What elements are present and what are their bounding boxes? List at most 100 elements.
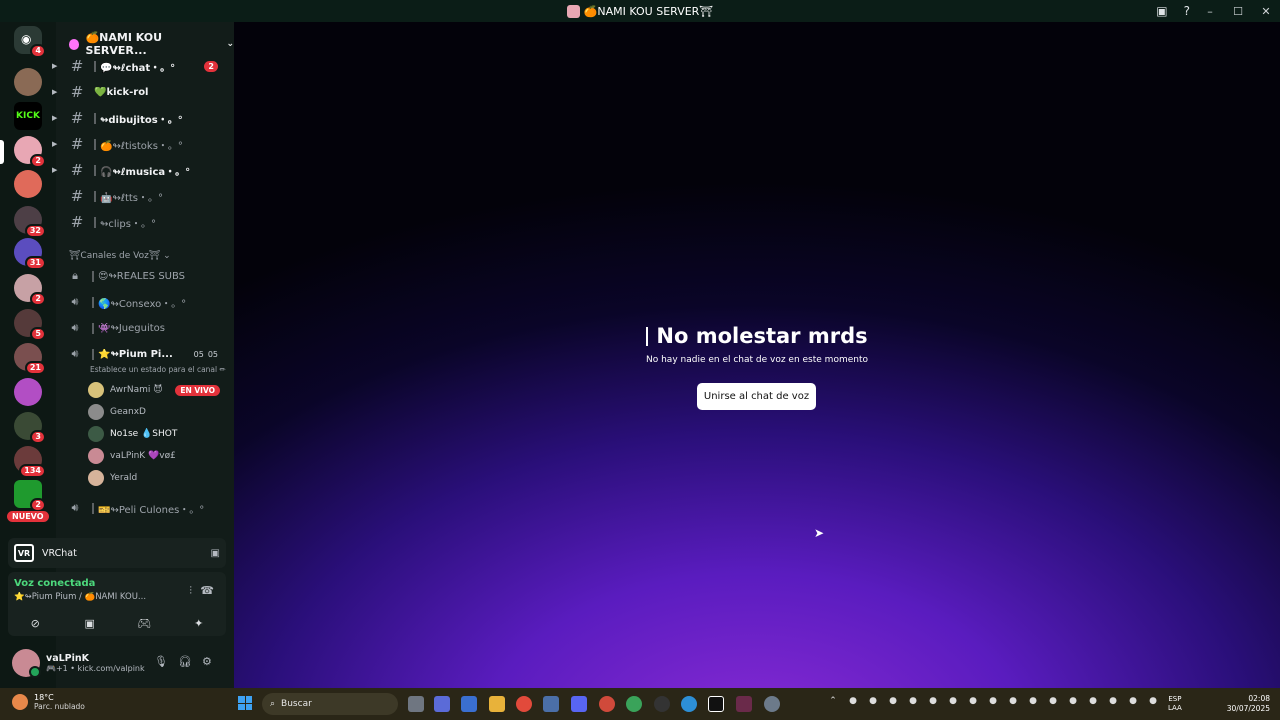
hash-icon: # bbox=[70, 109, 84, 127]
app-icon[interactable] bbox=[461, 696, 477, 712]
screen-share-icon[interactable]: ▣ bbox=[211, 548, 220, 559]
tray-app-icon[interactable]: ● bbox=[946, 696, 960, 710]
voice-user[interactable]: GeanxD bbox=[88, 402, 146, 422]
vegas-icon[interactable] bbox=[543, 696, 559, 712]
chrome-profile-icon[interactable] bbox=[626, 696, 642, 712]
disconnect-icon[interactable]: ☎ bbox=[200, 584, 214, 597]
tray-app-icon[interactable]: ● bbox=[1146, 696, 1160, 710]
chrome-profile-icon[interactable] bbox=[599, 696, 615, 712]
voice-user[interactable]: No1se 💧SHOT bbox=[88, 424, 177, 444]
chrome-icon[interactable] bbox=[516, 696, 532, 712]
edge-icon[interactable] bbox=[681, 696, 697, 712]
tray-app-icon[interactable]: ● bbox=[1006, 696, 1020, 710]
channel-tts[interactable]: # 🤖↬ℓtts・。° bbox=[56, 185, 234, 207]
channel-clips[interactable]: # ↬clips・。° bbox=[56, 211, 234, 233]
microphone-icon[interactable]: 🎙︎ bbox=[154, 655, 168, 668]
server-icon-kick[interactable]: KICK bbox=[14, 102, 42, 130]
help-icon[interactable]: ? bbox=[1184, 4, 1190, 18]
obs-icon[interactable] bbox=[654, 696, 670, 712]
server-icon[interactable]: 3 bbox=[14, 412, 46, 444]
voice-channel-jueguitos[interactable]: 🔊︎ 👾↬Jueguitos bbox=[56, 317, 234, 339]
tray-app-icon[interactable]: ● bbox=[1086, 696, 1100, 710]
user-avatar[interactable] bbox=[12, 649, 41, 678]
screen-share-button[interactable]: ▣ bbox=[70, 612, 110, 634]
channel-kick-rol[interactable]: ▶ # 💚kick-rol bbox=[52, 81, 234, 103]
start-button[interactable] bbox=[238, 696, 252, 710]
server-icon[interactable]: 31 bbox=[14, 238, 46, 270]
voice-channel-link[interactable]: ⭐↬Pium Pium / 🍊NAMI KOU... bbox=[14, 592, 174, 602]
server-icon-active[interactable]: 2 bbox=[14, 136, 46, 168]
user-status: 🎮+1 • kick.com/valpink bbox=[46, 664, 145, 673]
channel-dibujitos[interactable]: ▶ # ↬dibujitos・。° bbox=[52, 107, 234, 129]
headphones-icon[interactable]: 🎧︎ bbox=[178, 655, 192, 668]
minimize-button[interactable]: – bbox=[1196, 0, 1224, 22]
vrchat-icon[interactable] bbox=[708, 696, 724, 712]
home-button[interactable]: ◉ 4 bbox=[14, 26, 46, 58]
voice-channel-consexo[interactable]: 🔊︎ 🌎↬Consexo・。° bbox=[56, 291, 234, 313]
tray-app-icon[interactable]: ● bbox=[886, 696, 900, 710]
voice-channel-reales-subs[interactable]: 🔒︎ 😍↬REALES SUBS bbox=[56, 265, 234, 287]
server-icon[interactable] bbox=[14, 378, 42, 406]
language-indicator[interactable]: ESP LAA bbox=[1168, 695, 1182, 713]
noise-suppression-icon[interactable]: ⫶ bbox=[189, 584, 192, 598]
soundboard-button[interactable]: ✦ bbox=[179, 612, 219, 634]
set-channel-status[interactable]: Establece un estado para el canal ✏ bbox=[90, 365, 226, 374]
tray-app-icon[interactable]: ● bbox=[1046, 696, 1060, 710]
chevron-down-icon: ⌄ bbox=[226, 39, 234, 49]
task-view-icon[interactable] bbox=[408, 696, 424, 712]
voice-connection-panel: Voz conectada ⭐↬Pium Pium / 🍊NAMI KOU...… bbox=[8, 572, 226, 636]
server-icon[interactable]: 32 bbox=[14, 206, 46, 238]
voice-channel-pium-pium[interactable]: 🔊︎ ⭐↬Pium Pi... 05 05 bbox=[56, 343, 234, 365]
camera-off-button[interactable]: ⊘ bbox=[15, 612, 55, 634]
hash-icon: # bbox=[70, 135, 84, 153]
copilot-icon[interactable] bbox=[434, 696, 450, 712]
channel-chat[interactable]: ▶ # 💬↬ℓchat・。° 2 bbox=[52, 55, 234, 77]
tray-app-icon[interactable]: ● bbox=[1126, 696, 1140, 710]
settings-gear-icon[interactable]: ⚙ bbox=[202, 655, 212, 668]
channel-musica[interactable]: ▶ # 🎧↬ℓmusica・。° bbox=[52, 159, 234, 181]
maximize-button[interactable]: ☐ bbox=[1224, 0, 1252, 22]
tray-app-icon[interactable]: ● bbox=[926, 696, 940, 710]
tray-app-icon[interactable]: ● bbox=[1066, 696, 1080, 710]
voice-category[interactable]: ⛩Canales de Voz⛩ ⌄ bbox=[69, 251, 171, 261]
file-explorer-icon[interactable] bbox=[489, 696, 505, 712]
tray-app-icon[interactable]: ● bbox=[1106, 696, 1120, 710]
channel-name: 🎧↬ℓmusica・。° bbox=[100, 166, 191, 178]
system-clock[interactable]: 02:08 30/07/2025 bbox=[1222, 694, 1270, 714]
inbox-icon[interactable]: ▣ bbox=[1156, 4, 1167, 18]
user-name[interactable]: vaLPinK bbox=[46, 653, 89, 664]
voice-user[interactable]: vaLPinK 💜vø£ bbox=[88, 446, 176, 466]
server-icon[interactable] bbox=[14, 170, 42, 198]
server-icon[interactable]: 134 bbox=[14, 446, 46, 478]
tray-app-icon[interactable]: ● bbox=[1026, 696, 1040, 710]
activity-name: VRChat bbox=[42, 547, 77, 559]
server-icon[interactable]: 5 bbox=[14, 309, 46, 341]
tray-app-icon[interactable]: ● bbox=[846, 696, 860, 710]
join-voice-button[interactable]: Unirse al chat de voz bbox=[697, 383, 816, 410]
voice-user[interactable]: AwrNami 😈 EN VIVO bbox=[88, 380, 220, 400]
chevron-up-icon[interactable]: ⌃ bbox=[826, 696, 840, 710]
server-icon[interactable]: 21 bbox=[14, 343, 46, 375]
tray-app-icon[interactable]: ● bbox=[986, 696, 1000, 710]
weather-widget[interactable]: 18°C Parc. nublado bbox=[12, 693, 85, 711]
settings-icon[interactable] bbox=[764, 696, 780, 712]
close-button[interactable]: ✕ bbox=[1252, 0, 1280, 22]
voice-connected-label[interactable]: Voz conectada bbox=[14, 578, 95, 589]
activity-button[interactable]: 🎮︎ bbox=[124, 612, 164, 634]
tray-app-icon[interactable]: ● bbox=[966, 696, 980, 710]
activity-panel[interactable]: VR VRChat ▣ bbox=[8, 538, 226, 568]
avatar bbox=[88, 382, 104, 398]
server-icon[interactable]: 2 bbox=[14, 274, 46, 306]
server-icon[interactable]: 2 bbox=[14, 480, 46, 512]
tray-app-icon[interactable]: ● bbox=[866, 696, 880, 710]
app-icon[interactable] bbox=[736, 696, 752, 712]
discord-taskbar-icon[interactable] bbox=[571, 696, 587, 712]
speaker-icon: 🔊︎ bbox=[71, 295, 79, 308]
server-icon[interactable] bbox=[14, 68, 42, 96]
voice-user[interactable]: Yerald bbox=[88, 468, 137, 488]
taskbar-search[interactable]: ⌕ Buscar bbox=[262, 693, 398, 715]
tray-app-icon[interactable]: ● bbox=[906, 696, 920, 710]
server-header[interactable]: 🍊NAMI KOU SERVER... ⌄ bbox=[69, 31, 234, 57]
channel-tistoks[interactable]: ▶ # 🍊↬ℓtistoks・。° bbox=[52, 133, 234, 155]
voice-channel-peli-culones[interactable]: 🔊︎ 🎫↬Peli Culones・。° bbox=[56, 497, 234, 519]
